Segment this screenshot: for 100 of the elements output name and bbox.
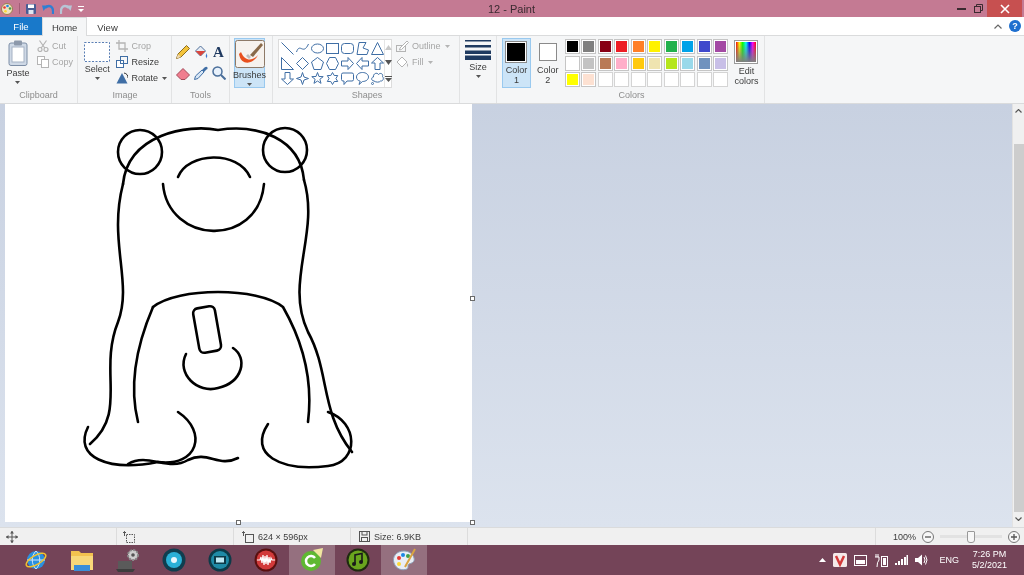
right-triangle-icon[interactable] <box>281 57 294 70</box>
slider-thumb[interactable] <box>967 530 976 543</box>
six-point-star-icon[interactable] <box>326 72 339 85</box>
rotate-button[interactable]: Rotate <box>115 70 168 86</box>
ribbon-tab[interactable]: Home <box>42 17 88 36</box>
diamond-icon[interactable] <box>296 57 309 70</box>
eraser-icon[interactable] <box>175 66 190 80</box>
zoom-out-icon[interactable] <box>922 530 935 543</box>
rounded-rectangle-icon[interactable] <box>341 42 354 55</box>
text-tool-button[interactable]: A <box>211 45 226 59</box>
paste-button[interactable]: Paste <box>3 38 33 88</box>
color-swatch[interactable] <box>630 39 646 54</box>
resize-handle[interactable] <box>470 520 475 525</box>
star-icon[interactable] <box>311 72 324 85</box>
magnifier-icon[interactable] <box>211 66 226 80</box>
rectangle-icon[interactable] <box>326 42 339 55</box>
help-button[interactable]: ? <box>1009 20 1021 32</box>
color-swatch[interactable] <box>564 39 580 54</box>
size-button[interactable]: Size <box>463 38 493 88</box>
drawing-canvas[interactable] <box>5 104 472 522</box>
resize-handle[interactable] <box>236 520 241 525</box>
vertical-scrollbar[interactable] <box>1012 104 1024 527</box>
ribbon-tab[interactable]: View <box>87 18 128 36</box>
color-swatch[interactable] <box>597 55 613 71</box>
chevron-up-icon[interactable] <box>994 23 1002 29</box>
eyedropper-icon[interactable] <box>193 66 208 80</box>
resize-icon <box>116 56 129 68</box>
oval-icon[interactable] <box>311 42 324 55</box>
resize-button[interactable]: Resize <box>115 54 168 70</box>
right-arrow-icon[interactable] <box>341 57 354 70</box>
primary-color-button[interactable]: Color 1 <box>502 38 531 88</box>
rotate-icon <box>116 72 129 84</box>
color-swatch[interactable] <box>696 55 712 71</box>
color-swatch[interactable] <box>663 55 679 71</box>
line-icon[interactable] <box>281 42 294 55</box>
move-icon <box>6 530 18 543</box>
fill-bucket-icon[interactable] <box>193 45 208 59</box>
color-swatch[interactable] <box>614 55 629 71</box>
clock-date[interactable]: 5/2/2021 <box>971 560 1007 571</box>
color-swatch[interactable] <box>647 39 662 54</box>
tile-logo-icon[interactable] <box>833 553 848 567</box>
pencil-icon[interactable] <box>175 45 190 59</box>
hexagon-icon[interactable] <box>326 57 339 70</box>
four-point-star-icon[interactable] <box>296 72 309 85</box>
image-size-text: 624 × 596px <box>258 531 308 542</box>
window-icon[interactable] <box>854 554 868 566</box>
save-icon[interactable] <box>26 3 36 14</box>
curve-icon[interactable] <box>296 42 309 55</box>
speech-bubble-icon[interactable] <box>341 72 354 85</box>
up-arrow-icon[interactable] <box>371 57 384 70</box>
color-swatch[interactable] <box>614 39 629 54</box>
color-swatch[interactable] <box>647 55 662 71</box>
select-button[interactable]: Select <box>82 38 113 88</box>
color-swatch[interactable] <box>581 39 596 54</box>
color-swatch[interactable] <box>680 55 695 71</box>
triangle-icon[interactable] <box>371 42 384 55</box>
color-swatch[interactable] <box>564 55 580 71</box>
crop-icon <box>116 40 129 52</box>
palette-icon[interactable] <box>1 2 13 15</box>
color-swatch[interactable] <box>581 55 596 71</box>
scrollbar-thumb[interactable] <box>1013 144 1024 512</box>
chevron-up-icon[interactable] <box>1015 109 1022 113</box>
speaker-icon[interactable] <box>915 554 929 566</box>
color-swatch[interactable] <box>713 55 728 71</box>
oval-speech-bubble-icon[interactable] <box>356 72 369 85</box>
edit-colors-button[interactable]: Edit colors <box>732 38 761 88</box>
color-swatch[interactable] <box>680 39 695 54</box>
down-arrow-icon[interactable] <box>281 72 294 85</box>
restore-icon[interactable] <box>974 4 983 13</box>
cloud-bubble-icon[interactable] <box>371 72 384 85</box>
menu-tab[interactable]: File <box>0 17 42 35</box>
paintbrush-icon <box>234 40 265 68</box>
secondary-color-button[interactable]: Color 2 <box>535 38 561 88</box>
file-size-text: Size: 6.9KB <box>374 531 422 542</box>
caret-icon[interactable] <box>78 5 84 12</box>
close-button[interactable] <box>987 0 1022 17</box>
caret-up-icon[interactable] <box>819 558 827 562</box>
expand-gallery-icon[interactable] <box>385 75 392 82</box>
chevron-down-icon[interactable] <box>1015 517 1022 521</box>
scroll-down-icon[interactable] <box>385 60 392 66</box>
color-swatch[interactable] <box>581 72 596 87</box>
zoom-in-icon[interactable] <box>1008 530 1021 543</box>
color-swatch[interactable] <box>597 39 613 54</box>
color-swatch[interactable] <box>713 39 728 54</box>
brushes-button[interactable]: Brushes <box>234 38 265 88</box>
left-arrow-icon[interactable] <box>356 57 369 70</box>
signal-icon[interactable] <box>895 555 909 565</box>
color-swatch[interactable] <box>630 55 646 71</box>
clipboard-icon <box>8 40 28 66</box>
color-swatch[interactable] <box>696 39 712 54</box>
language-indicator[interactable]: ENG <box>939 555 959 565</box>
pentagon-icon[interactable] <box>311 57 324 70</box>
film-icon <box>208 548 232 572</box>
resize-handle[interactable] <box>470 296 475 301</box>
minimize-icon[interactable] <box>957 7 966 10</box>
battery-icon[interactable] <box>874 553 889 567</box>
polygon-icon[interactable] <box>356 42 369 55</box>
clock-time[interactable]: 7:26 PM <box>972 549 1007 560</box>
color-swatch[interactable] <box>564 72 580 87</box>
color-swatch[interactable] <box>663 39 679 54</box>
